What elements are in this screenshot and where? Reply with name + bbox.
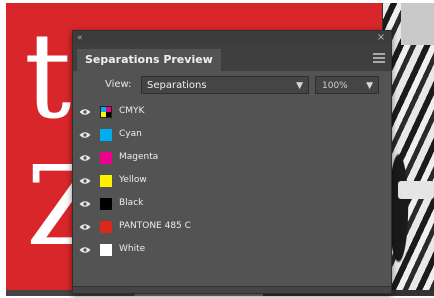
eye-icon[interactable] — [79, 154, 91, 162]
black-swatch — [100, 198, 112, 210]
chevron-down-icon: ▼ — [296, 81, 303, 91]
white-swatch — [100, 244, 112, 256]
collapse-panel-icon[interactable]: « — [77, 33, 91, 43]
eye-icon[interactable] — [79, 246, 91, 254]
zoom-dropdown-value: 100% — [322, 81, 348, 91]
panel-menu-icon[interactable] — [373, 53, 385, 63]
separation-label: Black — [119, 198, 144, 208]
eye-icon[interactable] — [79, 177, 91, 185]
eye-icon[interactable] — [79, 200, 91, 208]
zebra-photo-highlight — [398, 181, 434, 199]
view-label: View: — [105, 79, 132, 90]
separations-preview-panel: « × Separations Preview View: Separation… — [72, 30, 392, 294]
close-icon[interactable]: × — [376, 32, 386, 44]
separation-row-cyan[interactable]: Cyan — [73, 124, 391, 147]
view-dropdown[interactable]: Separations ▼ — [141, 76, 309, 94]
cmyk-swatch — [100, 106, 112, 118]
yellow-swatch — [100, 175, 112, 187]
separation-label: Cyan — [119, 129, 142, 139]
panel-tab-row: Separations Preview — [73, 45, 391, 71]
separation-row-white[interactable]: White — [73, 239, 391, 262]
view-row: View: Separations ▼ 100% ▼ — [73, 75, 391, 97]
separation-row-pantone-485c[interactable]: PANTONE 485 C — [73, 216, 391, 239]
view-dropdown-value: Separations — [147, 80, 207, 91]
zebra-photo-top — [401, 3, 434, 45]
separation-label: CMYK — [119, 106, 145, 116]
separation-row-yellow[interactable]: Yellow — [73, 170, 391, 193]
document-letter-t: t — [24, 7, 72, 145]
panel-title-bar[interactable]: « × — [73, 31, 391, 45]
separation-row-cmyk[interactable]: CMYK — [73, 101, 391, 124]
zoom-dropdown[interactable]: 100% ▼ — [315, 76, 379, 94]
pantone-485c-swatch — [100, 221, 112, 233]
tab-separations-preview[interactable]: Separations Preview — [77, 49, 221, 71]
eye-icon[interactable] — [79, 131, 91, 139]
eye-icon[interactable] — [79, 108, 91, 116]
separations-list: CMYK Cyan Magenta Yellow Black PANTONE 4… — [73, 101, 391, 262]
panel-bottom-scrollbar[interactable] — [73, 286, 391, 293]
separation-label: White — [119, 244, 146, 254]
cyan-swatch — [100, 129, 112, 141]
separation-row-black[interactable]: Black — [73, 193, 391, 216]
chevron-down-icon: ▼ — [366, 81, 373, 91]
separation-label: Magenta — [119, 152, 159, 162]
separation-label: Yellow — [119, 175, 147, 185]
separation-row-magenta[interactable]: Magenta — [73, 147, 391, 170]
magenta-swatch — [100, 152, 112, 164]
separation-label: PANTONE 485 C — [119, 221, 191, 231]
eye-icon[interactable] — [79, 223, 91, 231]
